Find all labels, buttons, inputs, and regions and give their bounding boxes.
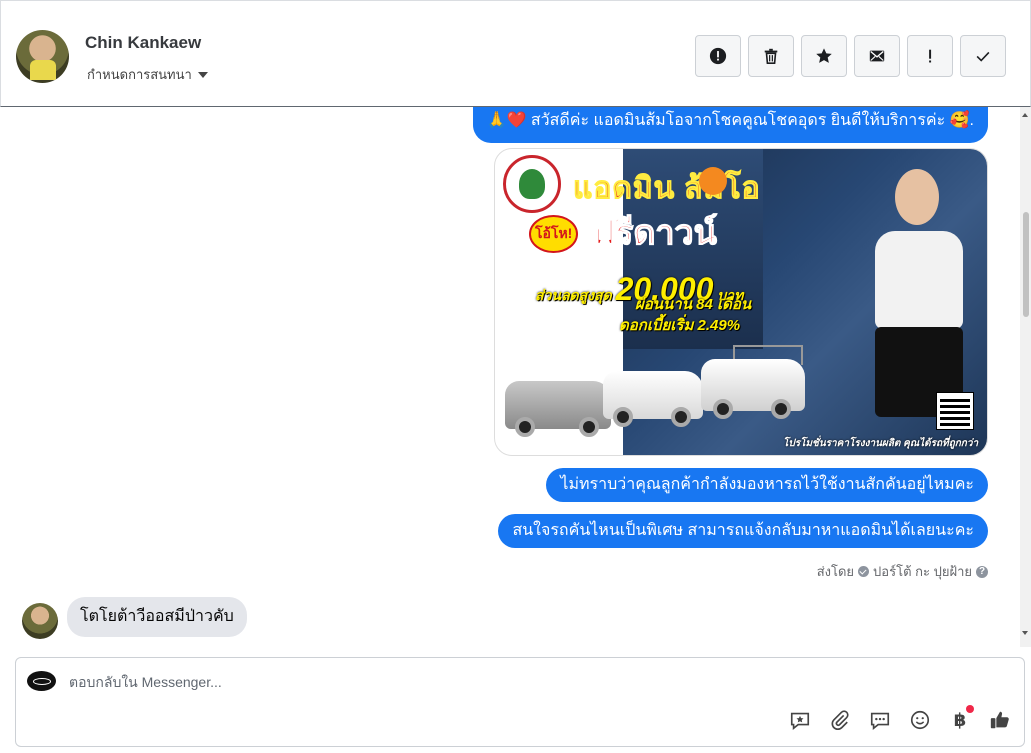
envelope-icon (869, 50, 885, 62)
contact-name[interactable]: Chin Kankaew (85, 33, 201, 53)
promo-discount-label: ส่วนลดสูงสุด (535, 287, 612, 303)
check-icon (976, 51, 990, 62)
thread-scrollbar[interactable] (1020, 107, 1031, 647)
outgoing-message-question2[interactable]: สนใจรถคันไหนเป็นพิเศษ สามารถแจ้งกลับมาหา… (498, 514, 988, 548)
sent-by-label: ส่งโดย (816, 564, 855, 579)
scroll-down-arrow-icon[interactable] (1022, 631, 1028, 635)
paperclip-icon (831, 710, 849, 731)
sent-by-name[interactable]: ปอร์โต้ กะ ปุยฝ้าย (873, 561, 972, 582)
reply-input[interactable] (69, 674, 769, 690)
chat-bubble-icon (870, 712, 890, 730)
exclamation-icon (929, 49, 932, 63)
outgoing-message-greeting[interactable]: 🙏❤️ สวัสดีค่ะ แอดมินส้มโอจากโชคคูณโชคอุด… (472, 107, 988, 143)
attachment-button[interactable] (828, 708, 852, 732)
reply-composer: ฿ (15, 657, 1025, 747)
payment-button[interactable]: ฿ (948, 705, 974, 732)
incoming-message[interactable]: โตโยต้าวีออสมีป่าวคับ (67, 597, 247, 637)
promo-model-figure (865, 163, 975, 429)
delete-button[interactable] (748, 35, 794, 77)
pickup-truck-rack-image (701, 359, 805, 419)
star-icon (816, 48, 832, 63)
help-icon[interactable]: ? (976, 565, 988, 578)
verified-check-icon (858, 566, 870, 577)
outgoing-message-question1[interactable]: ไม่ทราบว่าคุณลูกค้ากำลังมองหารถไว้ใช้งาน… (546, 468, 988, 502)
orange-icon (699, 167, 727, 195)
report-button[interactable] (695, 35, 741, 77)
sent-by-info: ส่งโดย ปอร์โต้ กะ ปุยฝ้าย ? (817, 561, 988, 582)
baht-icon: ฿ (953, 709, 967, 731)
notification-dot (966, 705, 974, 713)
header-actions (695, 35, 1006, 77)
composer-tools: ฿ (788, 705, 1012, 732)
trash-icon (764, 48, 778, 65)
dealer-logo-icon (503, 155, 561, 213)
smiley-icon (910, 710, 930, 730)
email-button[interactable] (854, 35, 900, 77)
pickup-truck-image (603, 371, 703, 427)
promo-burst: โอ้โห! (529, 215, 579, 253)
contact-avatar[interactable] (16, 30, 69, 83)
qr-code-icon (936, 392, 974, 430)
promo-footer: โปรโมชั่นราคาโรงงานผลิต คุณได้รถที่ถูกกว… (783, 438, 979, 449)
conversation-header: Chin Kankaew กำหนดการสนทนา (0, 0, 1031, 107)
saved-reply-button[interactable] (788, 708, 812, 732)
like-button[interactable] (988, 708, 1012, 732)
sedan-car-image (505, 381, 611, 437)
message-thread[interactable]: 🙏❤️ สวัสดีค่ะ แอดมินส้มโอจากโชคคูณโชคอุด… (0, 107, 1020, 647)
mark-done-button[interactable] (960, 35, 1006, 77)
mark-spam-button[interactable] (907, 35, 953, 77)
caret-down-icon (197, 71, 208, 78)
page-logo-icon (27, 671, 56, 691)
emoji-button[interactable] (908, 708, 932, 732)
sender-avatar[interactable] (22, 603, 58, 639)
scroll-up-arrow-icon[interactable] (1022, 113, 1028, 117)
quick-reply-button[interactable] (868, 708, 892, 732)
conversation-settings-dropdown[interactable]: กำหนดการสนทนา (87, 64, 208, 85)
report-icon (709, 47, 727, 65)
saved-reply-icon (790, 712, 810, 730)
conversation-settings-label: กำหนดการสนทนา (87, 67, 192, 82)
promo-image-message[interactable]: แอดมิน ส้มโอ โอ้โห! ฟรีดาวน์ ส่วนลดสูงสุ… (494, 148, 988, 456)
promo-free-down: ฟรีดาวน์ (590, 213, 717, 252)
star-button[interactable] (801, 35, 847, 77)
promo-interest: ดอกเบี้ยเริ่ม 2.49% (619, 317, 741, 334)
thumbs-up-icon (990, 711, 1009, 729)
scroll-thumb[interactable] (1023, 212, 1029, 317)
